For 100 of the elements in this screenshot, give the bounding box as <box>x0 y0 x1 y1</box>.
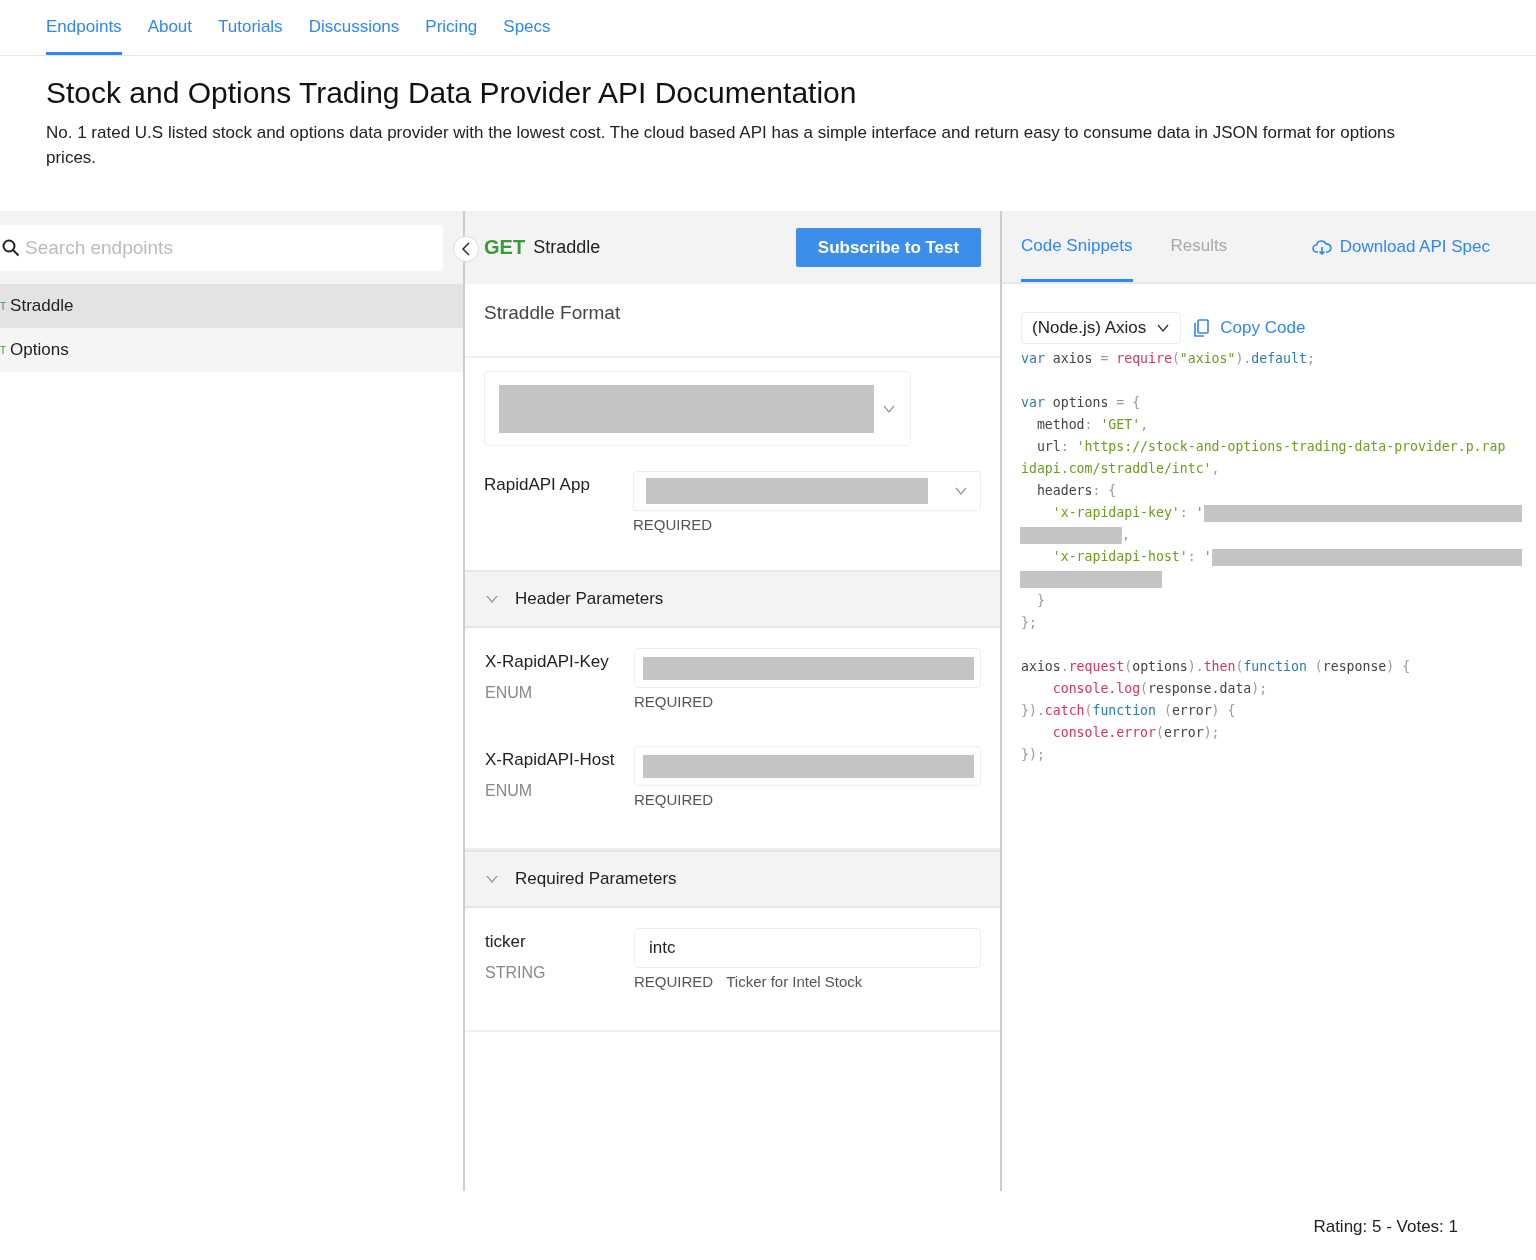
param-input[interactable]: intc <box>634 928 981 968</box>
required-label: REQUIRED <box>634 791 714 808</box>
code-token: ) { <box>1211 702 1236 720</box>
nav-tab[interactable]: Endpoints <box>46 0 122 55</box>
code-token: , <box>1211 460 1220 478</box>
panel-tab[interactable]: Code Snippets <box>1021 211 1133 282</box>
param-name: X-RapidAPI-Key <box>485 652 610 672</box>
code-token: var <box>1021 350 1045 368</box>
code-token: axios <box>1021 658 1061 676</box>
code-token: ( <box>1140 680 1149 698</box>
code-token: : <box>1187 548 1197 566</box>
code-token: idapi.com/straddle/intc' <box>1021 460 1212 478</box>
nav-tab[interactable]: Specs <box>503 0 551 55</box>
param-input[interactable] <box>634 648 981 688</box>
copy-button[interactable]: Copy Code <box>1193 318 1306 338</box>
code-token: console.log <box>1051 680 1141 698</box>
nav-tab[interactable]: Discussions <box>308 0 400 55</box>
code-token: default <box>1251 350 1307 368</box>
code-token: }; <box>1021 614 1037 632</box>
param-type: ENUM <box>485 684 534 702</box>
code-token: ); <box>1203 724 1220 742</box>
code-token: options <box>1051 394 1110 412</box>
code-token: } <box>1035 592 1045 610</box>
code-token: ( <box>1313 658 1323 676</box>
code-token: "axios" <box>1179 350 1236 368</box>
code-token: ( <box>1235 658 1244 676</box>
code-token: ; <box>1306 350 1315 368</box>
nav-tab[interactable]: About <box>147 0 193 55</box>
code-token: ( <box>1162 702 1172 720</box>
endpoint-name: Straddle <box>10 296 74 316</box>
param-type: STRING <box>485 964 547 982</box>
code-token: : <box>1179 504 1189 522</box>
code-token: method <box>1035 416 1085 434</box>
code-token: }); <box>1021 746 1045 764</box>
code-token: 'x-rapidapi-key' <box>1051 504 1180 522</box>
endpoint-title: Straddle <box>533 237 601 258</box>
code-token: response.data <box>1148 680 1252 698</box>
code-token: 'https://stock-and-options-trading-data-provider.p.rap <box>1076 438 1506 456</box>
http-method: GET <box>484 236 526 259</box>
code-token: console.error <box>1051 724 1156 742</box>
format-select[interactable] <box>484 371 911 446</box>
download-link[interactable]: Download API Spec <box>1311 211 1490 282</box>
code-token: axios <box>1051 350 1094 368</box>
code-token: options <box>1132 658 1188 676</box>
code-token: headers <box>1035 482 1093 500</box>
search-field[interactable]: Search endpoints <box>0 224 443 271</box>
code-token: then <box>1203 658 1236 676</box>
section-title: Straddle Format <box>484 302 622 324</box>
param-name: ticker <box>485 932 527 952</box>
required-label: REQUIRED <box>634 693 714 710</box>
required-label: REQUIRED <box>634 973 714 990</box>
param-description: Ticker for Intel Stock <box>726 973 863 990</box>
code-token: url <box>1035 438 1061 456</box>
app-select[interactable] <box>633 471 981 511</box>
code-token: . <box>1060 658 1069 676</box>
code-token: require <box>1116 350 1172 368</box>
chevron-left-icon <box>461 242 471 256</box>
code-token: ' <box>1203 548 1212 566</box>
section-header[interactable]: Required Parameters <box>465 850 1000 908</box>
code-token: , <box>1140 416 1149 434</box>
section-header[interactable]: Header Parameters <box>465 570 1000 628</box>
code-token: error <box>1163 724 1204 742</box>
param-type: ENUM <box>485 782 534 800</box>
subscribe-button[interactable]: Subscribe to Test <box>796 228 981 267</box>
endpoint-item[interactable]: T Options <box>0 328 463 372</box>
code-token: ); <box>1251 680 1268 698</box>
code-token: }). <box>1021 702 1045 720</box>
page-title: Stock and Options Trading Data Provider API Documentation <box>46 76 858 110</box>
code-token: catch <box>1044 702 1085 720</box>
param-input[interactable] <box>634 746 981 786</box>
rating-text: Rating: 5 - Votes: 1 <box>1313 1217 1458 1237</box>
code-token: error <box>1171 702 1212 720</box>
code-token: ). <box>1235 350 1252 368</box>
search-icon <box>2 238 20 257</box>
code-token: ' <box>1195 504 1204 522</box>
code-token: = <box>1100 350 1110 368</box>
language-select[interactable]: (Node.js) Axios <box>1021 312 1182 344</box>
code-token: response <box>1322 658 1387 676</box>
code-token: ( <box>1171 350 1180 368</box>
code-token: var <box>1021 394 1045 412</box>
copy-icon <box>1193 319 1210 337</box>
description: No. 1 rated U.S listed stock and options data provider with the lowest cost. The cloud based API has a simple interface and return easy to consume data in JSON format for options prices. <box>46 122 1397 169</box>
code-token: ) { <box>1386 658 1411 676</box>
code-token: ( <box>1124 658 1133 676</box>
endpoint-item[interactable]: T Straddle <box>0 284 463 328</box>
method-label: T <box>0 300 7 312</box>
method-label: T <box>0 344 7 356</box>
code-token: ). <box>1187 658 1204 676</box>
nav-tab[interactable]: Pricing <box>425 0 478 55</box>
cloud-download-icon <box>1311 238 1332 255</box>
code-token: : { <box>1092 482 1117 500</box>
code-token: : <box>1060 438 1070 456</box>
code-token: function <box>1243 658 1307 676</box>
required-label: REQUIRED <box>633 516 713 533</box>
endpoint-name: Options <box>10 340 69 360</box>
code-token: request <box>1068 658 1125 676</box>
param-name: X-RapidAPI-Host <box>485 750 616 770</box>
nav-tab[interactable]: Tutorials <box>218 0 283 55</box>
code-token: function <box>1092 702 1156 720</box>
code-token: = { <box>1116 394 1141 412</box>
